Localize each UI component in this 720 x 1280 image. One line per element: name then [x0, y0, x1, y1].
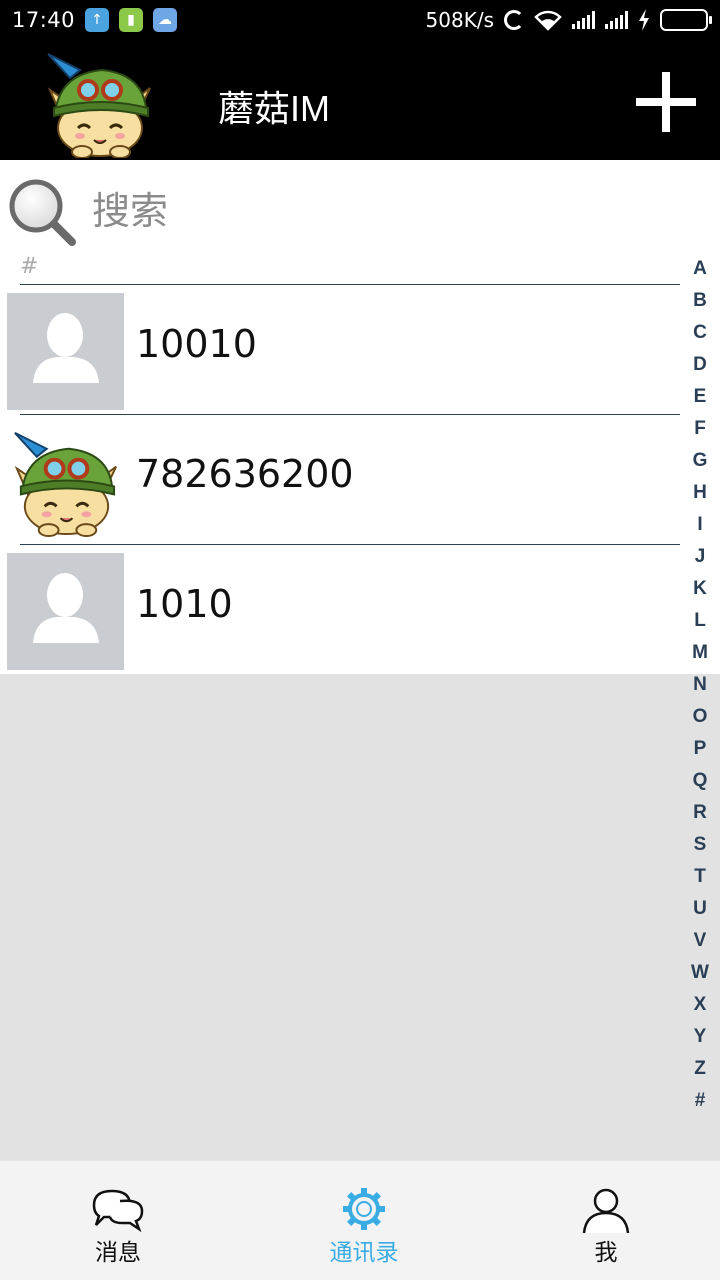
tab-label: 通讯录: [329, 1240, 399, 1266]
contact-row[interactable]: 782636200: [0, 416, 690, 544]
search-bar: [0, 160, 720, 252]
index-letter[interactable]: D: [684, 349, 716, 381]
gear-icon: [343, 1188, 385, 1230]
signal-icon-2: [605, 11, 628, 29]
sync-icon: [504, 10, 524, 30]
net-speed: 508K/s: [425, 8, 494, 32]
tab-messages[interactable]: 消息: [38, 1161, 198, 1280]
index-letter[interactable]: K: [684, 573, 716, 605]
wifi-icon: [534, 10, 562, 31]
contact-row[interactable]: 10010: [0, 286, 690, 414]
index-letter[interactable]: L: [684, 605, 716, 637]
bottom-nav: 消息 通讯录 我: [0, 1160, 720, 1280]
tab-label: 消息: [95, 1240, 141, 1266]
cartoon-avatar: [14, 432, 117, 538]
signal-icon-1: [572, 11, 595, 29]
index-letter[interactable]: R: [684, 797, 716, 829]
tab-me[interactable]: 我: [526, 1161, 686, 1280]
index-letter[interactable]: P: [684, 733, 716, 765]
section-header: #: [20, 252, 680, 285]
index-letter[interactable]: Z: [684, 1053, 716, 1085]
person-silhouette-icon: [33, 573, 99, 643]
index-letter[interactable]: J: [684, 541, 716, 573]
index-letter[interactable]: H: [684, 477, 716, 509]
index-letter[interactable]: S: [684, 829, 716, 861]
index-letter[interactable]: Y: [684, 1021, 716, 1053]
index-letter[interactable]: A: [684, 253, 716, 285]
alphabet-index[interactable]: A B C D E F G H I J K L M N O P Q R S T U V W X Y Z #: [684, 253, 716, 1117]
index-letter[interactable]: Q: [684, 765, 716, 797]
title-bar: 蘑菇IM: [0, 40, 720, 160]
search-input[interactable]: [92, 186, 652, 236]
upload-icon: ↑: [85, 8, 110, 32]
search-icon[interactable]: [6, 176, 76, 246]
chat-bubbles-icon: [92, 1189, 144, 1233]
index-letter[interactable]: E: [684, 381, 716, 413]
tab-label: 我: [594, 1240, 618, 1266]
contact-list: # 10010 782636200 1010: [0, 252, 720, 674]
index-letter[interactable]: B: [684, 285, 716, 317]
section-label: #: [20, 254, 39, 279]
person-silhouette-icon: [33, 313, 99, 383]
placeholder-avatar: [7, 293, 124, 410]
index-letter[interactable]: C: [684, 317, 716, 349]
contact-name: 10010: [136, 322, 257, 366]
index-letter[interactable]: W: [684, 957, 716, 989]
tab-contacts[interactable]: 通讯录: [284, 1161, 444, 1280]
index-letter[interactable]: X: [684, 989, 716, 1021]
battery-icon: [660, 9, 712, 31]
contact-name: 1010: [136, 582, 233, 626]
page-title: 蘑菇IM: [218, 88, 330, 129]
index-letter[interactable]: O: [684, 701, 716, 733]
status-time: 17:40: [12, 8, 76, 32]
index-letter[interactable]: U: [684, 893, 716, 925]
contact-row[interactable]: 1010: [0, 546, 690, 674]
index-letter[interactable]: #: [684, 1085, 716, 1117]
index-letter[interactable]: M: [684, 637, 716, 669]
cloud-icon: ☁: [153, 8, 178, 32]
index-letter[interactable]: T: [684, 861, 716, 893]
index-letter[interactable]: V: [684, 925, 716, 957]
add-button[interactable]: [636, 72, 696, 132]
contact-name: 782636200: [136, 452, 354, 496]
person-icon: [582, 1188, 630, 1233]
charging-icon: [639, 9, 649, 31]
clipboard-icon: ▮: [119, 8, 144, 32]
divider: [20, 544, 680, 545]
app-logo-avatar[interactable]: [40, 48, 158, 158]
index-letter[interactable]: N: [684, 669, 716, 701]
divider: [20, 414, 680, 415]
status-bar: 17:40 ↑ ▮ ☁ 508K/s: [0, 0, 720, 40]
contacts-screen: 17:40 ↑ ▮ ☁ 508K/s 蘑菇IM 搜索 # 10010 78263…: [0, 0, 720, 1280]
index-letter[interactable]: I: [684, 509, 716, 541]
index-letter[interactable]: G: [684, 445, 716, 477]
index-letter[interactable]: F: [684, 413, 716, 445]
placeholder-avatar: [7, 553, 124, 670]
